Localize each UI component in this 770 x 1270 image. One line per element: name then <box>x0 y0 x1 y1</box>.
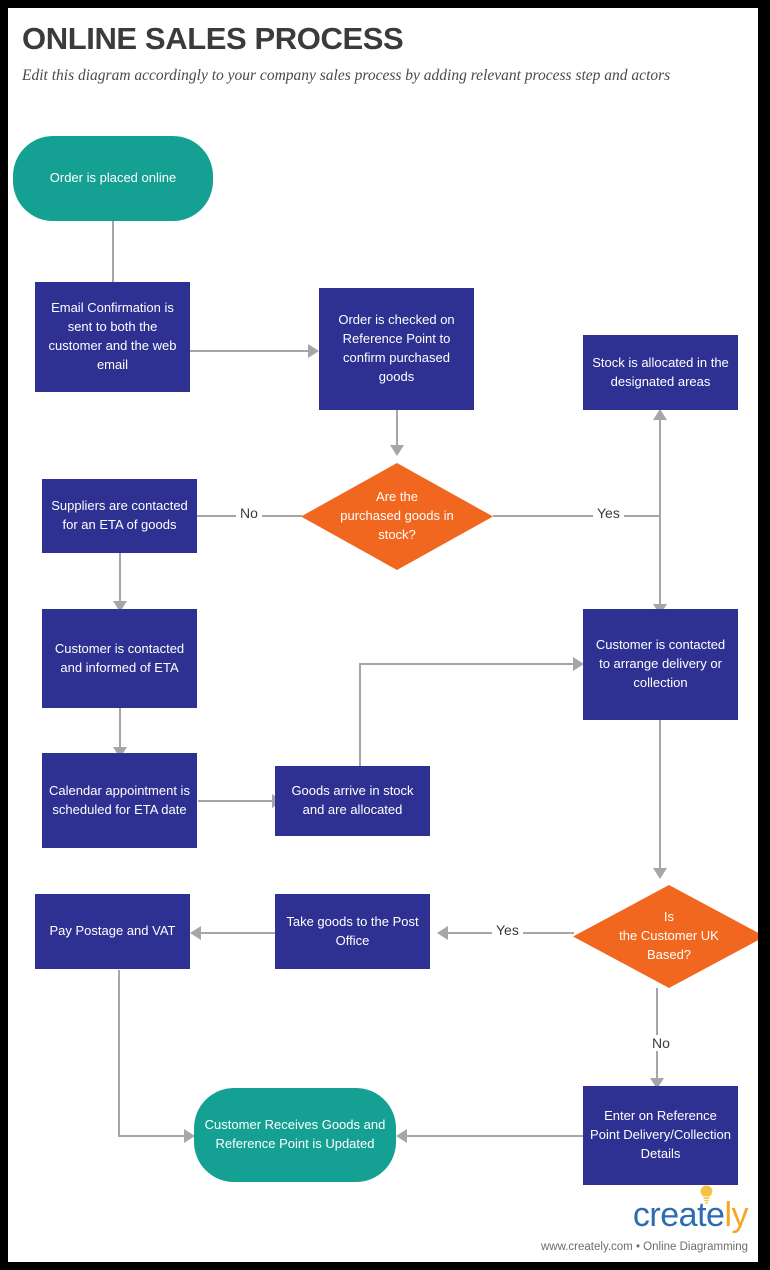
connector-check-instock <box>396 409 398 447</box>
node-decision-uk-based[interactable]: Is the Customer UK Based? <box>573 885 758 988</box>
node-customer-informed-eta[interactable]: Customer is contacted and informed of ET… <box>42 609 197 708</box>
node-calendar-appointment[interactable]: Calendar appointment is scheduled for ET… <box>42 753 197 848</box>
node-arrange-delivery[interactable]: Customer is contacted to arrange deliver… <box>583 609 738 720</box>
node-stock-allocated-label: Stock is allocated in the designated are… <box>592 354 729 389</box>
node-arrange-delivery-label: Customer is contacted to arrange deliver… <box>595 637 726 690</box>
logo-text-part1: creat <box>632 1196 707 1234</box>
edge-label-yes-stock: Yes <box>593 505 624 521</box>
connector-suppliers-custeta <box>119 553 121 603</box>
node-decision-in-stock[interactable]: Are the purchased goods in stock? <box>301 463 493 570</box>
connector-calendar-goodsarrive <box>198 800 274 802</box>
node-pay-postage-vat[interactable]: Pay Postage and VAT <box>35 894 190 969</box>
connector-delivery-ukbased <box>659 720 661 870</box>
arrowhead-check-instock <box>390 445 404 456</box>
edge-label-yes-uk: Yes <box>492 922 523 938</box>
connector-ukbased-enterref <box>656 988 658 1080</box>
node-customer-informed-eta-label: Customer is contacted and informed of ET… <box>54 640 185 675</box>
footer-tagline: www.creately.com • Online Diagramming <box>540 1241 748 1253</box>
edge-label-no-uk: No <box>648 1035 674 1051</box>
connector-goodsarrive-up <box>359 663 361 766</box>
arrowhead-email-check <box>308 344 319 358</box>
connector-postage-down <box>118 970 120 1136</box>
node-take-to-post-office-label: Take goods to the Post Office <box>286 913 419 948</box>
page-title: ONLINE SALES PROCESS <box>22 21 404 56</box>
node-start-label: Order is placed online <box>49 170 177 186</box>
diagram-page: ONLINE SALES PROCESS Edit this diagram a… <box>8 8 758 1262</box>
node-end[interactable]: Customer Receives Goods and Reference Po… <box>194 1088 396 1182</box>
node-suppliers-contacted-label: Suppliers are contacted for an ETA of go… <box>51 498 188 532</box>
node-decision-uk-based-label: Is the Customer UK Based? <box>619 909 719 962</box>
node-email-confirmation-label: Email Confirmation is sent to both the c… <box>48 300 177 372</box>
node-stock-allocated[interactable]: Stock is allocated in the designated are… <box>583 335 738 410</box>
arrowhead-yes-stockalloc <box>653 409 667 420</box>
node-calendar-appointment-label: Calendar appointment is scheduled for ET… <box>49 782 190 817</box>
header: ONLINE SALES PROCESS Edit this diagram a… <box>22 21 732 87</box>
node-suppliers-contacted[interactable]: Suppliers are contacted for an ETA of go… <box>42 479 197 553</box>
node-order-checked[interactable]: Order is checked on Reference Point to c… <box>319 288 474 410</box>
arrowhead-delivery-ukbased <box>653 868 667 879</box>
connector-email-check <box>190 350 308 352</box>
arrowhead-postoffice-postage <box>190 926 201 940</box>
arrowhead-enterref-end <box>396 1129 407 1143</box>
node-enter-reference-point[interactable]: Enter on Reference Point Delivery/Collec… <box>583 1086 738 1185</box>
node-order-checked-label: Order is checked on Reference Point to c… <box>338 312 455 384</box>
node-goods-arrive-label: Goods arrive in stock and are allocated <box>291 783 414 817</box>
node-end-label: Customer Receives Goods and Reference Po… <box>204 1117 386 1151</box>
edge-label-no-stock: No <box>236 505 262 521</box>
connector-stockalloc-delivery <box>659 410 661 606</box>
connector-instock-yes <box>493 515 660 517</box>
node-goods-arrive[interactable]: Goods arrive in stock and are allocated <box>275 766 430 836</box>
connector-custeta-calendar <box>119 708 121 750</box>
node-start[interactable]: Order is placed online <box>13 136 213 221</box>
node-email-confirmation[interactable]: Email Confirmation is sent to both the c… <box>35 282 190 392</box>
connector-goodsarrive-delivery <box>359 663 575 665</box>
node-pay-postage-vat-label: Pay Postage and VAT <box>49 923 176 939</box>
connector-postoffice-postage <box>198 932 284 934</box>
connector-enterref-end <box>404 1135 584 1137</box>
node-enter-reference-point-label: Enter on Reference Point Delivery/Collec… <box>590 1108 731 1161</box>
logo-text-part3: ly <box>724 1196 748 1234</box>
node-take-to-post-office[interactable]: Take goods to the Post Office <box>275 894 430 969</box>
connector-postage-end <box>118 1135 186 1137</box>
arrowhead-ukbased-postoffice <box>437 926 448 940</box>
node-decision-in-stock-label: Are the purchased goods in stock? <box>340 489 454 542</box>
creately-logo: creately <box>632 1196 749 1234</box>
connector-start-email <box>112 220 114 282</box>
logo-text-part2: e <box>706 1196 725 1234</box>
page-subtitle: Edit this diagram accordingly to your co… <box>22 67 671 85</box>
